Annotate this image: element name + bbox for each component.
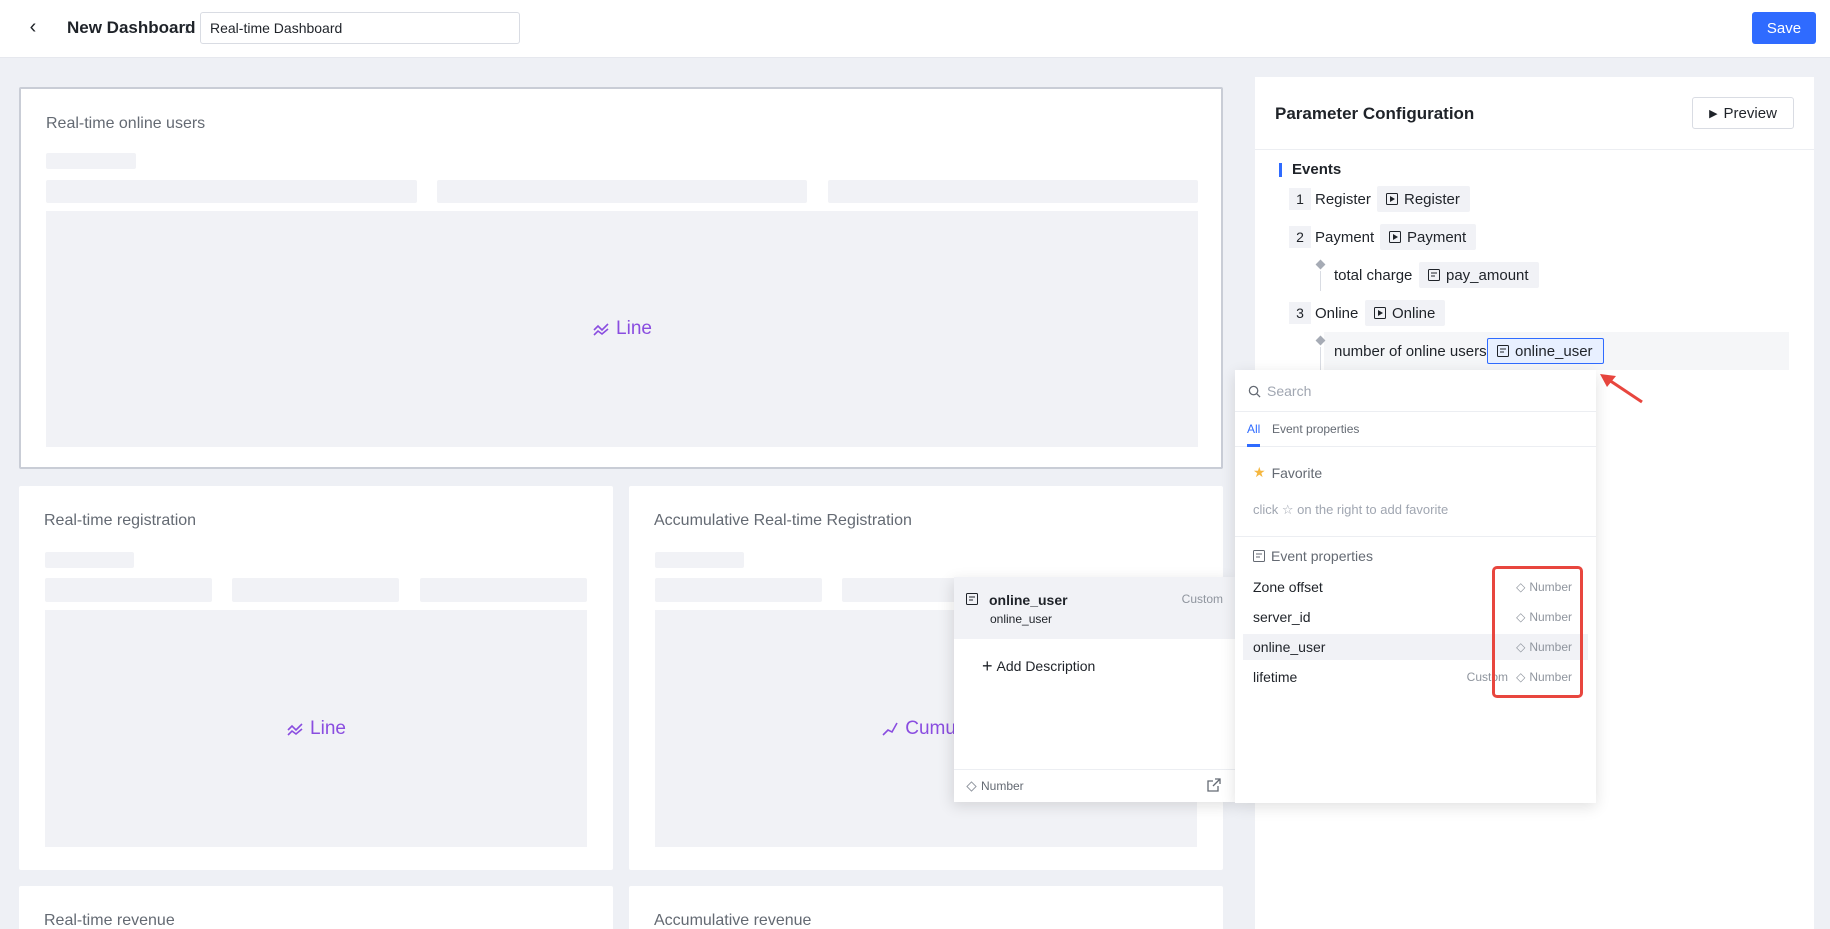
card-realtime-online-users[interactable]: Real-time online users Line [19, 87, 1223, 469]
event-icon [1389, 231, 1401, 243]
divider [1255, 149, 1814, 150]
save-button[interactable]: Save [1752, 12, 1816, 44]
skeleton-bar [45, 552, 134, 568]
property-label: number of online users [1334, 343, 1487, 360]
event-icon [1386, 193, 1398, 205]
annotation-arrow-icon [1600, 374, 1643, 404]
card-title: Accumulative Real-time Registration [654, 512, 912, 529]
search-row [1235, 370, 1596, 412]
event-number: 2 [1289, 226, 1311, 248]
property-tag-pay-amount[interactable]: pay_amount [1419, 262, 1539, 288]
chart-type-label: Line [592, 318, 652, 340]
detail-type: Number [966, 779, 1024, 793]
dashboard-name-input[interactable] [200, 12, 520, 44]
skeleton-bar [655, 578, 822, 602]
dropdown-tabs: All Event properties [1235, 412, 1596, 447]
skeleton-bar [46, 180, 417, 203]
card-title: Real-time registration [44, 512, 197, 529]
page-title: New Dashboard [67, 18, 196, 37]
chart-placeholder: Line [45, 610, 587, 847]
detail-property-name: online_user [989, 592, 1068, 608]
event-tag-register[interactable]: Register [1377, 186, 1470, 212]
external-link-icon[interactable] [1207, 778, 1221, 792]
add-description-button[interactable]: + Add Description [982, 656, 1095, 676]
skeleton-bar [420, 578, 587, 602]
title-colon: : [184, 18, 189, 37]
event-number: 1 [1289, 188, 1311, 210]
event-properties-section-title: Event properties [1253, 548, 1373, 564]
detail-property-id: online_user [990, 612, 1053, 626]
number-type-icon [966, 780, 977, 792]
event-tag-online[interactable]: Online [1365, 300, 1446, 326]
detail-header: online_user online_user Custom [954, 577, 1235, 639]
property-icon [966, 593, 978, 605]
card-title: Real-time revenue [44, 912, 175, 929]
line-chart-icon [287, 722, 303, 736]
tree-node-diamond [1315, 259, 1326, 270]
property-detail-popup: online_user online_user Custom + Add Des… [954, 577, 1235, 802]
tree-line [1320, 347, 1321, 371]
panel-title: Parameter Configuration [1275, 104, 1475, 123]
star-icon: ★ [1253, 464, 1266, 480]
top-bar: ‹ New Dashboard : Save [0, 0, 1830, 58]
property-icon [1428, 269, 1440, 281]
favorite-hint: click ☆ on the right to add favorite [1253, 502, 1449, 517]
chart-type-text: Line [310, 717, 346, 739]
detail-footer: Number [954, 769, 1235, 802]
chart-placeholder: Line [46, 211, 1198, 447]
tab-event-properties[interactable]: Event properties [1272, 422, 1359, 436]
card-realtime-registration[interactable]: Real-time registration Line [19, 486, 613, 870]
chart-type-label: Line [286, 718, 346, 740]
event-icon [1374, 307, 1386, 319]
card-realtime-revenue[interactable]: Real-time revenue [19, 886, 613, 929]
skeleton-bar [437, 180, 807, 203]
preview-label: Preview [1723, 104, 1777, 122]
card-accumulative-revenue[interactable]: Accumulative revenue [629, 886, 1223, 929]
property-label: total charge [1334, 267, 1413, 284]
cumulative-chart-icon [882, 722, 898, 736]
preview-button[interactable]: ▶ Preview [1692, 97, 1794, 129]
property-icon [1253, 550, 1265, 562]
detail-custom-badge: Custom [1181, 592, 1223, 606]
skeleton-bar [46, 153, 136, 169]
tab-indicator [1247, 444, 1260, 447]
skeleton-bar [45, 578, 212, 602]
event-name[interactable]: Payment [1315, 229, 1374, 246]
event-number: 3 [1289, 302, 1311, 324]
event-name[interactable]: Register [1315, 191, 1371, 208]
property-icon [1497, 345, 1509, 357]
property-tag-online-user[interactable]: online_user [1487, 338, 1604, 364]
search-icon [1248, 385, 1261, 398]
card-title: Real-time online users [46, 115, 206, 132]
event-name[interactable]: Online [1315, 305, 1358, 322]
card-title: Accumulative revenue [654, 912, 812, 929]
back-icon[interactable]: ‹ [22, 17, 44, 39]
favorite-section-title: ★ Favorite [1253, 464, 1323, 481]
annotation-highlight-box [1492, 566, 1583, 698]
divider [1235, 536, 1596, 537]
skeleton-bar [655, 552, 744, 568]
line-chart-icon [593, 323, 609, 336]
search-input[interactable] [1267, 379, 1577, 403]
skeleton-bar [232, 578, 399, 602]
tree-line [1320, 271, 1321, 291]
plus-icon: + [982, 656, 993, 676]
skeleton-bar [828, 180, 1198, 203]
play-icon: ▶ [1709, 107, 1718, 120]
events-section-title: Events [1279, 162, 1341, 177]
chart-type-text: Line [616, 318, 652, 339]
event-tag-payment[interactable]: Payment [1380, 224, 1477, 250]
tab-all[interactable]: All [1247, 422, 1260, 436]
